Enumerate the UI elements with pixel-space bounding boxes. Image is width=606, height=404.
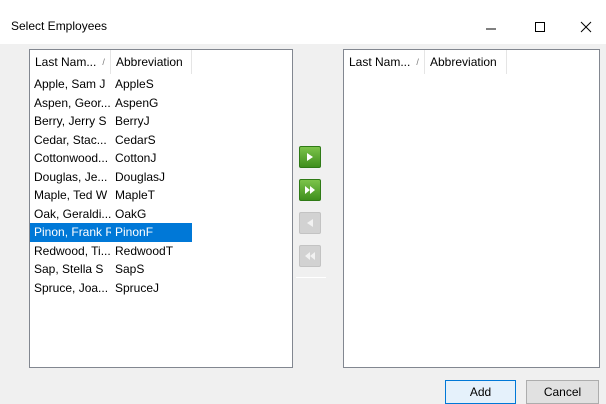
move-all-left-button[interactable] bbox=[299, 245, 321, 267]
table-row[interactable]: Cedar, Stac... CedarS bbox=[30, 131, 192, 150]
title-bar: Select Employees bbox=[0, 0, 606, 44]
sort-indicator-icon: / bbox=[416, 57, 419, 67]
cell-last-name: Spruce, Joa... bbox=[34, 280, 109, 295]
move-left-button[interactable] bbox=[299, 212, 321, 234]
cell-last-name: Cedar, Stac... bbox=[34, 132, 107, 147]
table-row[interactable]: Aspen, Geor... AspenG bbox=[30, 94, 192, 113]
cell-abbreviation: AspenG bbox=[115, 95, 159, 110]
close-button[interactable] bbox=[563, 12, 606, 42]
table-row[interactable]: Douglas, Je... DouglasJ bbox=[30, 168, 192, 187]
list-header: Last Nam... / Abbreviation bbox=[344, 50, 507, 74]
column-label: Abbreviation bbox=[116, 55, 183, 69]
column-header-last-name[interactable]: Last Nam... / bbox=[30, 50, 111, 74]
table-row[interactable]: Sap, Stella S SapS bbox=[30, 260, 192, 279]
column-label: Abbreviation bbox=[430, 55, 497, 69]
cell-last-name: Berry, Jerry S bbox=[34, 114, 107, 128]
maximize-icon bbox=[535, 22, 545, 32]
table-row[interactable]: Apple, Sam J AppleS bbox=[30, 75, 192, 94]
move-all-right-button[interactable] bbox=[299, 179, 321, 201]
cell-last-name: Douglas, Je... bbox=[34, 169, 108, 184]
list-rows: Apple, Sam J AppleS Aspen, Geor... AspenG Be… bbox=[30, 75, 192, 297]
move-right-button[interactable] bbox=[299, 146, 321, 168]
table-row[interactable]: Berry, Jerry S BerryJ bbox=[30, 112, 192, 131]
cancel-button[interactable]: Cancel bbox=[526, 380, 599, 404]
cell-abbreviation: CedarS bbox=[115, 132, 156, 147]
cell-last-name: Redwood, Ti... bbox=[34, 243, 111, 258]
cell-last-name: Sap, Stella S bbox=[34, 262, 104, 276]
cell-last-name: Apple, Sam J bbox=[34, 77, 106, 91]
cell-last-name: Cottonwood... bbox=[34, 151, 109, 165]
table-row[interactable]: Redwood, Ti... RedwoodT bbox=[30, 242, 192, 261]
cell-last-name: Pinon, Frank R bbox=[34, 225, 111, 239]
table-row[interactable]: Spruce, Joa... SpruceJ bbox=[30, 279, 192, 298]
cell-abbreviation: OakG bbox=[115, 206, 147, 221]
table-row[interactable]: Pinon, Frank R PinonF bbox=[30, 223, 192, 242]
cell-last-name: Oak, Geraldi... bbox=[34, 206, 111, 221]
minimize-button[interactable] bbox=[468, 12, 514, 42]
cell-abbreviation: PinonF bbox=[115, 225, 154, 239]
separator bbox=[296, 277, 326, 278]
close-icon bbox=[580, 21, 592, 33]
table-row[interactable]: Oak, Geraldi... OakG bbox=[30, 205, 192, 224]
cell-last-name: Aspen, Geor... bbox=[34, 95, 111, 110]
selected-employees-list[interactable]: Last Nam... / Abbreviation bbox=[343, 49, 600, 368]
double-left-icon bbox=[305, 252, 315, 260]
cell-last-name: Maple, Ted W bbox=[34, 188, 108, 202]
cell-abbreviation: CottonJ bbox=[115, 151, 157, 165]
sort-indicator-icon: / bbox=[102, 57, 105, 67]
cell-abbreviation: SpruceJ bbox=[115, 280, 160, 295]
cell-abbreviation: SapS bbox=[115, 262, 145, 276]
cell-abbreviation: AppleS bbox=[115, 77, 154, 91]
table-row[interactable]: Cottonwood... CottonJ bbox=[30, 149, 192, 168]
add-button[interactable]: Add bbox=[445, 380, 516, 404]
cell-abbreviation: DouglasJ bbox=[115, 169, 166, 184]
play-left-icon bbox=[307, 219, 313, 227]
cell-abbreviation: BerryJ bbox=[115, 114, 150, 128]
play-right-icon bbox=[307, 153, 313, 161]
maximize-button[interactable] bbox=[517, 12, 563, 42]
cell-abbreviation: RedwoodT bbox=[115, 243, 174, 258]
list-header: Last Nam... / Abbreviation bbox=[30, 50, 192, 74]
column-label: Last Nam... bbox=[35, 55, 97, 69]
minimize-icon bbox=[486, 28, 496, 30]
column-header-last-name[interactable]: Last Nam... / bbox=[344, 50, 425, 74]
column-label: Last Nam... bbox=[349, 55, 411, 69]
double-right-icon bbox=[305, 186, 315, 194]
available-employees-list[interactable]: Last Nam... / Abbreviation Apple, Sam JA… bbox=[29, 49, 293, 368]
window-title: Select Employees bbox=[11, 19, 108, 33]
cell-abbreviation: MapleT bbox=[115, 188, 156, 202]
column-header-abbreviation[interactable]: Abbreviation bbox=[111, 50, 192, 74]
table-row[interactable]: Maple, Ted W MapleT bbox=[30, 186, 192, 205]
column-header-abbreviation[interactable]: Abbreviation bbox=[425, 50, 507, 74]
